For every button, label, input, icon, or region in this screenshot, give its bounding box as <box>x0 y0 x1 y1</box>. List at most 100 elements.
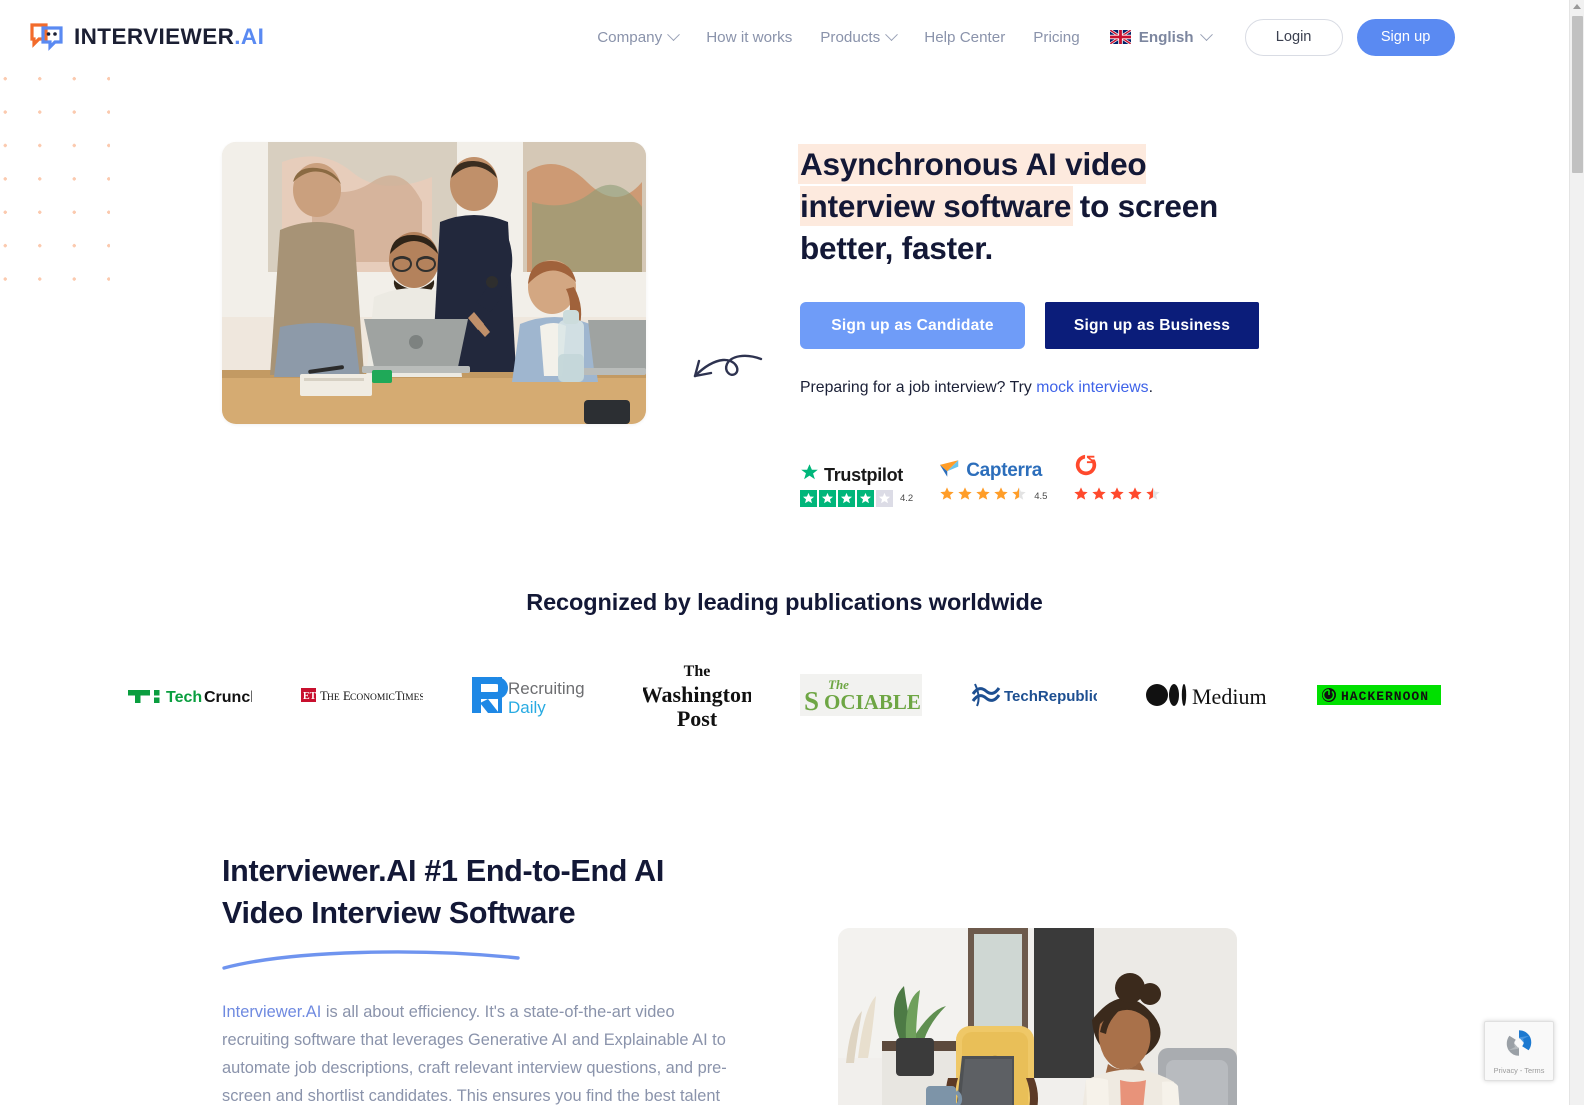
blue-underline-swoosh <box>222 948 522 970</box>
star-filled-icon <box>975 486 991 507</box>
star-filled-icon <box>993 486 1009 507</box>
publications-title: Recognized by leading publications world… <box>526 589 1043 615</box>
hero-team-photo <box>222 142 646 424</box>
svg-text:HACKERNOON: HACKERNOON <box>1341 689 1429 704</box>
publications-section: Recognized by leading publications world… <box>0 589 1569 731</box>
star-filled-icon <box>857 490 874 507</box>
speech-bubble-logo-icon <box>30 22 64 52</box>
star-half-icon <box>1011 486 1027 507</box>
star-filled-icon <box>800 490 817 507</box>
interviewer-ai-link[interactable]: Interviewer.AI <box>222 1003 321 1021</box>
browser-scrollbar[interactable] <box>1569 0 1584 1105</box>
svg-text:Tech: Tech <box>166 689 202 706</box>
language-selector[interactable]: English <box>1109 27 1213 46</box>
logo-the-sociable: The S OCIABLE <box>800 668 922 722</box>
mock-interviews-link[interactable]: mock interviews <box>1036 379 1148 396</box>
page-scroll-container: INTERVIEWER.AI Company How it works Prod… <box>0 0 1569 1105</box>
capterra-stars: 4.5 <box>939 486 1047 507</box>
scrollbar-thumb[interactable] <box>1572 16 1583 173</box>
capterra-badge[interactable]: Capterra 4.5 <box>939 459 1047 507</box>
star-filled-icon <box>1091 486 1107 507</box>
svg-text:Crunch: Crunch <box>204 689 252 706</box>
about-section: Interviewer.AI #1 End-to-End AI Video In… <box>0 850 1569 1105</box>
g2-logo-icon <box>1073 452 1099 483</box>
nav-item-help-center[interactable]: Help Center <box>924 29 1005 46</box>
about-text-column: Interviewer.AI #1 End-to-End AI Video In… <box>222 850 740 1105</box>
nav-label: Products <box>820 28 881 46</box>
auth-actions: Login Sign up <box>1244 18 1455 56</box>
mock-suffix-text: . <box>1148 379 1153 396</box>
nav-item-company[interactable]: Company <box>597 27 681 46</box>
logo-the-washington-post: The Washington Post <box>643 663 751 731</box>
trustpilot-wordmark: Trustpilot <box>800 463 913 487</box>
svg-text:CONOMIC: CONOMIC <box>350 693 395 703</box>
signup-button[interactable]: Sign up <box>1356 18 1455 56</box>
logo-techrepublic: TechRepublic. <box>971 668 1097 722</box>
trustpilot-badge[interactable]: Trustpilot 4.2 <box>800 463 913 507</box>
g2-stars <box>1073 486 1161 507</box>
recaptcha-privacy-terms: Privacy - Terms <box>1493 1066 1545 1075</box>
star-filled-icon <box>957 486 973 507</box>
logo-the-economic-times: ET T HE E CONOMIC T IMES <box>301 668 423 722</box>
logo-hackernoon: HACKERNOON <box>1317 668 1441 722</box>
brand-logo[interactable]: INTERVIEWER.AI <box>30 22 264 52</box>
login-button[interactable]: Login <box>1244 18 1343 56</box>
hero-copy: Asynchronous AI video interview software… <box>800 142 1274 507</box>
svg-text:The: The <box>684 663 711 680</box>
nav-item-pricing[interactable]: Pricing <box>1033 29 1079 46</box>
nav-label: How it works <box>706 28 793 46</box>
uk-flag-icon <box>1109 30 1131 44</box>
star-filled-icon <box>1073 486 1089 507</box>
about-title: Interviewer.AI #1 End-to-End AI Video In… <box>222 854 665 930</box>
chevron-down-icon <box>667 27 681 41</box>
primary-navigation: Company How it works Products Help Cente… <box>597 27 1080 46</box>
about-woman-laptop-photo <box>838 928 1237 1105</box>
site-header: INTERVIEWER.AI Company How it works Prod… <box>0 0 1569 74</box>
svg-text:Post: Post <box>677 706 718 731</box>
brand-name: INTERVIEWER.AI <box>74 24 265 49</box>
capterra-rating: 4.5 <box>1034 491 1048 502</box>
review-badges: Trustpilot 4.2 Capterra 4.5 <box>800 452 1274 507</box>
trustpilot-stars: 4.2 <box>800 490 913 507</box>
g2-badge[interactable] <box>1073 452 1161 507</box>
trustpilot-name: Trustpilot <box>824 464 903 485</box>
about-body-paragraph: Interviewer.AI is all about efficiency. … <box>222 998 740 1105</box>
svg-text:S: S <box>804 686 819 716</box>
star-half-icon <box>1145 486 1161 507</box>
recaptcha-badge[interactable]: Privacy - Terms <box>1484 1021 1554 1081</box>
hero-section: Asynchronous AI video interview software… <box>0 74 1569 507</box>
language-label: English <box>1138 28 1194 46</box>
logo-techcrunch: Tech Crunch <box>128 668 252 722</box>
star-filled-icon <box>838 490 855 507</box>
mock-interview-line: Preparing for a job interview? Try mock … <box>800 379 1274 397</box>
svg-text:Washington: Washington <box>643 682 751 707</box>
svg-text:OCIABLE: OCIABLE <box>824 690 921 714</box>
nav-item-how-it-works[interactable]: How it works <box>706 29 792 46</box>
publication-logo-row: Tech Crunch ET T HE E CONOMIC T IMES <box>0 663 1569 731</box>
chevron-down-icon <box>885 27 899 41</box>
svg-text:ET: ET <box>303 691 317 702</box>
scrollbar-up-arrow-icon[interactable] <box>1573 3 1582 9</box>
hero-cta-row: Sign up as Candidate Sign up as Business <box>800 302 1274 349</box>
star-filled-icon <box>1109 486 1125 507</box>
nav-label: Company <box>597 28 663 46</box>
g2-wordmark <box>1073 452 1161 483</box>
trustpilot-rating: 4.2 <box>900 493 914 504</box>
star-empty-icon <box>876 490 893 507</box>
logo-recruiting-daily: Recruiting Daily <box>472 668 594 722</box>
mock-prefix-text: Preparing for a job interview? Try <box>800 379 1037 396</box>
trustpilot-star-icon <box>800 463 819 487</box>
star-filled-icon <box>939 486 955 507</box>
svg-text:TechRepublic.: TechRepublic. <box>1004 688 1097 705</box>
nav-label: Help Center <box>924 28 1006 46</box>
svg-text:Daily: Daily <box>508 698 546 717</box>
capterra-logo-icon <box>939 459 961 483</box>
chevron-down-icon <box>1199 27 1213 41</box>
signup-as-candidate-button[interactable]: Sign up as Candidate <box>800 302 1025 349</box>
logo-medium: Medium <box>1146 668 1268 722</box>
nav-label: Pricing <box>1033 28 1080 46</box>
nav-item-products[interactable]: Products <box>820 27 899 46</box>
signup-as-business-button[interactable]: Sign up as Business <box>1045 302 1259 349</box>
svg-text:Medium: Medium <box>1192 684 1267 708</box>
capterra-name: Capterra <box>966 460 1042 481</box>
